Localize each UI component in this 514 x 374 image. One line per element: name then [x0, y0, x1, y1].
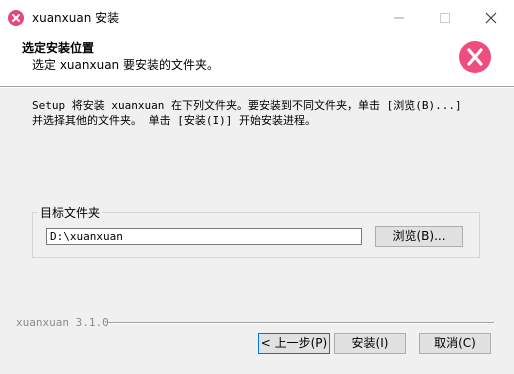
version-label: xuanxuan 3.1.0 — [16, 316, 109, 329]
minimize-button[interactable] — [376, 0, 422, 36]
back-button[interactable]: < 上一步(P) — [258, 333, 330, 354]
maximize-icon — [440, 13, 450, 23]
destination-folder-label: 目标文件夹 — [38, 204, 103, 221]
xuanxuan-logo-icon — [459, 41, 491, 73]
app-icon — [8, 10, 24, 26]
close-button[interactable] — [468, 0, 514, 36]
installer-window: xuanxuan 安装 选定安装位置 选定 xuanxuan 要安装的文件夹。 … — [0, 0, 514, 374]
minimize-icon — [394, 17, 404, 19]
footer-divider — [108, 322, 494, 324]
install-button[interactable]: 安装(I) — [334, 333, 406, 354]
destination-path-input[interactable]: D:\xuanxuan — [46, 228, 362, 245]
title-bar: xuanxuan 安装 — [0, 0, 514, 36]
browse-button[interactable]: 浏览(B)... — [375, 226, 463, 247]
instructions-text: Setup 将安装 xuanxuan 在下列文件夹。要安装到不同文件夹，单击 [… — [32, 99, 462, 127]
cancel-button[interactable]: 取消(C) — [419, 333, 491, 354]
close-icon — [485, 12, 497, 24]
page-subtitle: 选定 xuanxuan 要安装的文件夹。 — [32, 58, 219, 72]
page-title: 选定安装位置 — [22, 41, 95, 55]
window-title: xuanxuan 安装 — [32, 11, 120, 25]
maximize-button[interactable] — [422, 0, 468, 36]
header-divider — [0, 86, 514, 88]
page-header: 选定安装位置 选定 xuanxuan 要安装的文件夹。 — [0, 36, 514, 86]
